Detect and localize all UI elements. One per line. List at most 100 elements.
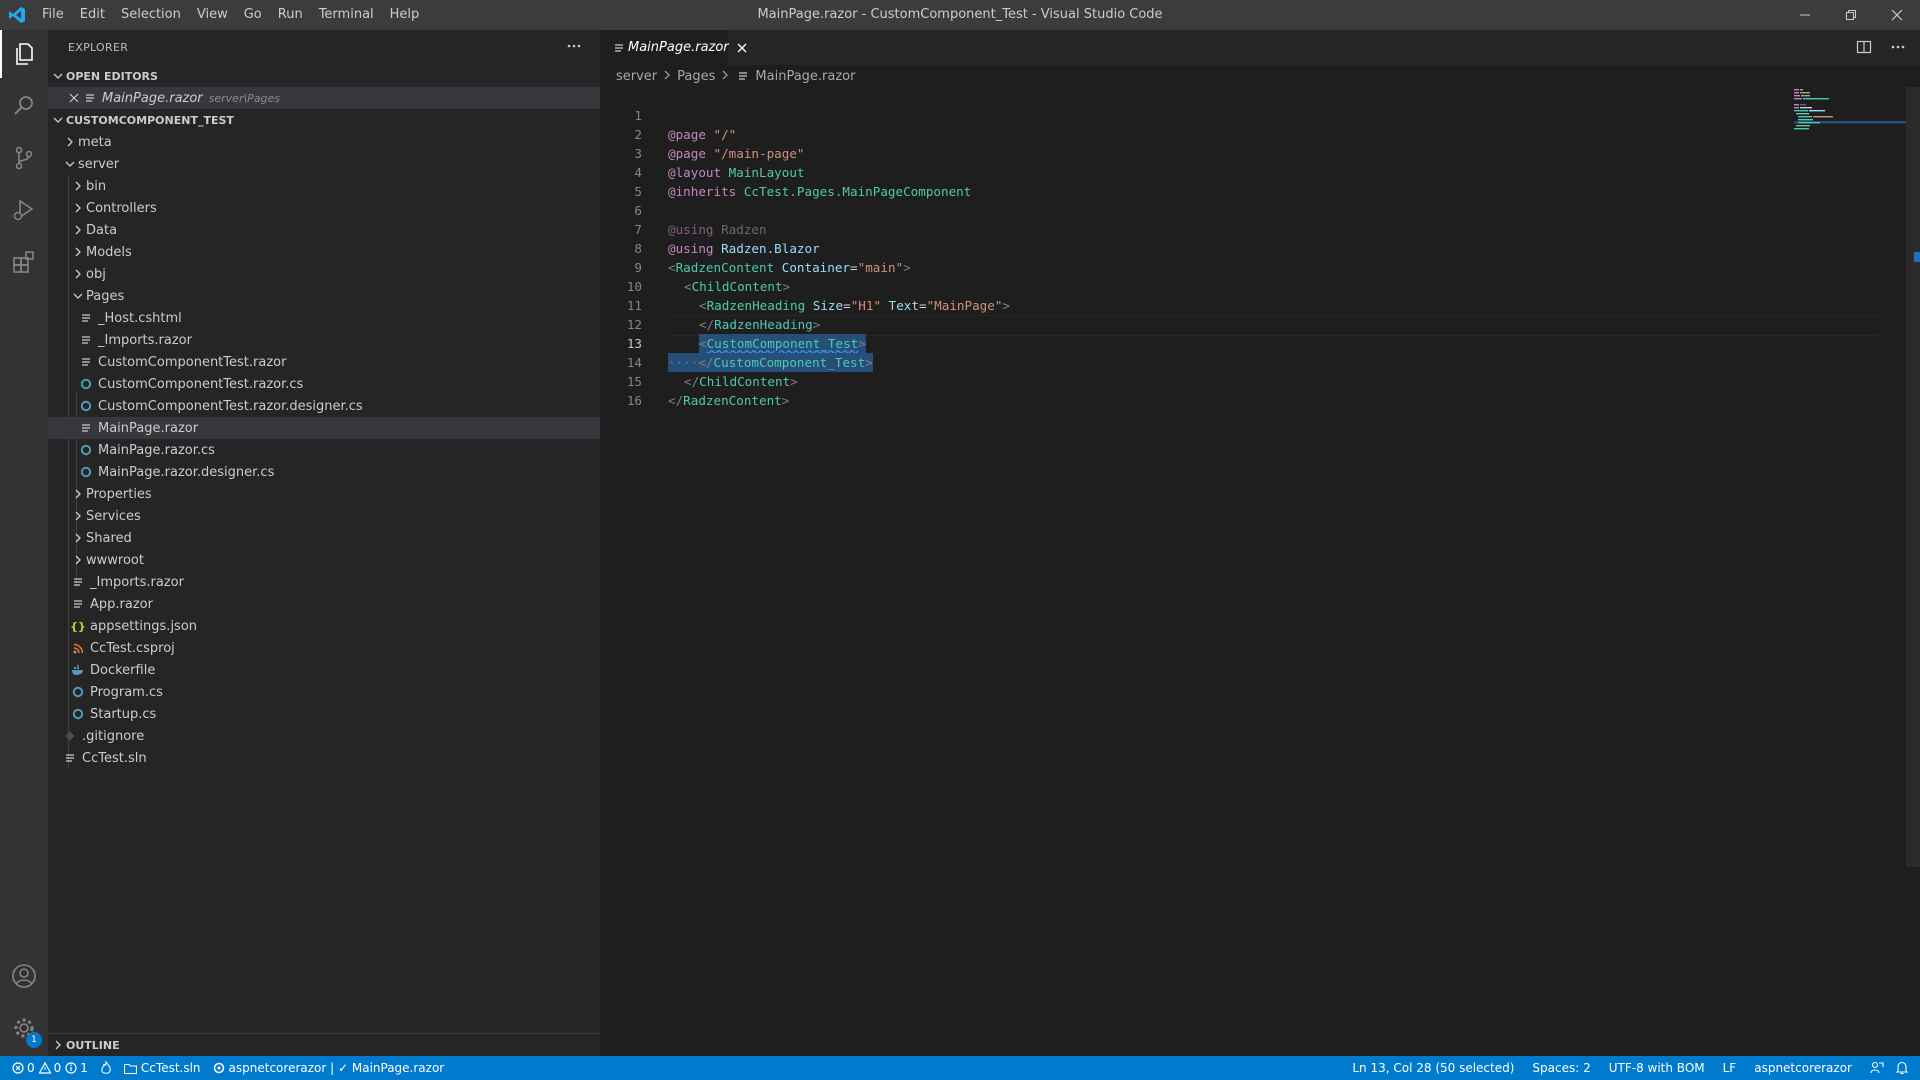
code-token: RadzenContent — [683, 393, 782, 408]
file-tree: meta server bin Controllers Data Models … — [48, 131, 600, 769]
menu-terminal[interactable]: Terminal — [311, 0, 382, 30]
status-right: Ln 13, Col 28 (50 selected) Spaces: 2 UT… — [1346, 1056, 1920, 1080]
menu-edit[interactable]: Edit — [72, 0, 113, 30]
extensions-icon[interactable] — [0, 238, 48, 286]
tree-file-app[interactable]: App.razor — [48, 593, 600, 615]
tree-file-startup[interactable]: Startup.cs — [48, 703, 600, 725]
open-editor-name: MainPage.razor — [102, 90, 203, 106]
tree-file-appsettings[interactable]: {} appsettings.json — [48, 615, 600, 637]
cursor-position[interactable]: Ln 13, Col 28 (50 selected) — [1346, 1056, 1520, 1080]
tree-folder-bin[interactable]: bin — [48, 175, 600, 197]
menu-selection[interactable]: Selection — [113, 0, 189, 30]
restore-button[interactable] — [1828, 0, 1874, 30]
menu-view[interactable]: View — [189, 0, 236, 30]
tree-folder-meta[interactable]: meta — [48, 131, 600, 153]
solution-file-icon — [62, 750, 78, 766]
tree-file-mainpage[interactable]: MainPage.razor — [48, 417, 600, 439]
source-control-icon[interactable] — [0, 134, 48, 182]
run-debug-icon[interactable] — [0, 186, 48, 234]
menu-bar: File Edit Selection View Go Run Terminal… — [34, 0, 427, 30]
chevron-right-icon — [663, 69, 671, 84]
accounts-icon[interactable] — [0, 952, 48, 1000]
vertical-scrollbar[interactable] — [1906, 87, 1920, 867]
breadcrumb-file[interactable]: MainPage.razor — [755, 69, 855, 84]
explorer-icon[interactable] — [0, 30, 48, 78]
menu-help[interactable]: Help — [382, 0, 428, 30]
tree-label: _Imports.razor — [90, 574, 184, 590]
tree-folder-shared[interactable]: Shared — [48, 527, 600, 549]
info-icon — [65, 1062, 77, 1074]
chevron-right-icon — [721, 69, 729, 84]
tree-file-cct-designer[interactable]: CustomComponentTest.razor.designer.cs — [48, 395, 600, 417]
csharp-file-icon — [78, 464, 94, 480]
tree-folder-controllers[interactable]: Controllers — [48, 197, 600, 219]
activity-bar: 1 — [0, 30, 48, 1056]
breadcrumb-pages[interactable]: Pages — [677, 69, 715, 84]
tree-folder-obj[interactable]: obj — [48, 263, 600, 285]
tree-file-sln[interactable]: CcTest.sln — [48, 747, 600, 769]
minimize-button[interactable] — [1782, 0, 1828, 30]
tree-folder-pages[interactable]: Pages — [48, 285, 600, 307]
manage-badge: 1 — [26, 1032, 42, 1048]
open-editor-item[interactable]: MainPage.razor server\Pages — [48, 87, 600, 109]
encoding[interactable]: UTF-8 with BOM — [1603, 1056, 1711, 1080]
problems-status[interactable]: 0 0 1 — [0, 1056, 94, 1080]
tree-file-cct-razor[interactable]: CustomComponentTest.razor — [48, 351, 600, 373]
more-actions-icon[interactable] — [566, 38, 582, 57]
code-line: 16 — [600, 372, 1900, 408]
workspace-section[interactable]: CUSTOMCOMPONENT_TEST — [48, 109, 600, 131]
language-mode[interactable]: aspnetcorerazor — [1748, 1056, 1858, 1080]
tree-file-mainpage-designer[interactable]: MainPage.razor.designer.cs — [48, 461, 600, 483]
feedback-icon[interactable] — [1864, 1056, 1890, 1080]
notifications-bell-icon[interactable] — [1890, 1056, 1920, 1080]
chevron-down-icon — [50, 68, 66, 84]
tree-folder-server[interactable]: server — [48, 153, 600, 175]
outline-section[interactable]: OUTLINE — [48, 1033, 600, 1056]
code-line: 2 @page "/main-page" — [600, 106, 1900, 161]
warning-icon — [38, 1062, 51, 1074]
flame-icon[interactable] — [94, 1056, 118, 1080]
tree-folder-services[interactable]: Services — [48, 505, 600, 527]
tree-file-server-imports[interactable]: _Imports.razor — [48, 571, 600, 593]
menu-file[interactable]: File — [34, 0, 72, 30]
tree-file-mainpage-cs[interactable]: MainPage.razor.cs — [48, 439, 600, 461]
tree-file-gitignore[interactable]: .gitignore — [48, 725, 600, 747]
minimap[interactable] — [1794, 87, 1906, 147]
tree-folder-data[interactable]: Data — [48, 219, 600, 241]
code-line: 7 @using Radzen.Blazor — [600, 201, 1900, 256]
close-editor-icon[interactable] — [66, 90, 82, 106]
tree-folder-models[interactable]: Models — [48, 241, 600, 263]
project-status[interactable]: aspnetcorerazor | ✓ MainPage.razor — [207, 1056, 451, 1080]
tree-file-dockerfile[interactable]: Dockerfile — [48, 659, 600, 681]
end-of-line[interactable]: LF — [1717, 1056, 1743, 1080]
close-tab-icon[interactable] — [737, 43, 747, 53]
tree-folder-wwwroot[interactable]: wwwroot — [48, 549, 600, 571]
close-window-button[interactable] — [1874, 0, 1920, 30]
menu-run[interactable]: Run — [270, 0, 311, 30]
tree-file-host[interactable]: _Host.cshtml — [48, 307, 600, 329]
tree-folder-properties[interactable]: Properties — [48, 483, 600, 505]
chevron-right-icon — [50, 1037, 66, 1053]
editor-area: MainPage.razor server Pages MainPage.raz… — [600, 30, 1920, 1056]
tab-mainpage-razor[interactable]: MainPage.razor — [600, 30, 747, 65]
tree-file-pages-imports[interactable]: _Imports.razor — [48, 329, 600, 351]
menu-go[interactable]: Go — [236, 0, 270, 30]
manage-gear-icon[interactable]: 1 — [0, 1004, 48, 1052]
open-editors-section[interactable]: OPEN EDITORS — [48, 65, 600, 87]
solution-status[interactable]: CcTest.sln — [118, 1056, 207, 1080]
tree-file-cct-cs[interactable]: CustomComponentTest.razor.cs — [48, 373, 600, 395]
chevron-down-icon — [62, 156, 78, 172]
tree-file-csproj[interactable]: CcTest.csproj — [48, 637, 600, 659]
info-count: 1 — [80, 1061, 88, 1075]
search-icon[interactable] — [0, 82, 48, 130]
more-actions-icon[interactable] — [1890, 39, 1906, 59]
code-line: 6 @using Radzen — [600, 182, 1900, 237]
tree-file-program[interactable]: Program.cs — [48, 681, 600, 703]
split-editor-icon[interactable] — [1856, 39, 1872, 59]
tree-label: CcTest.sln — [82, 750, 147, 766]
indentation[interactable]: Spaces: 2 — [1526, 1056, 1596, 1080]
razor-file-icon — [70, 574, 86, 590]
breadcrumb-server[interactable]: server — [616, 69, 657, 84]
razor-file-icon — [78, 310, 94, 326]
tree-label: CustomComponentTest.razor.designer.cs — [98, 398, 363, 414]
